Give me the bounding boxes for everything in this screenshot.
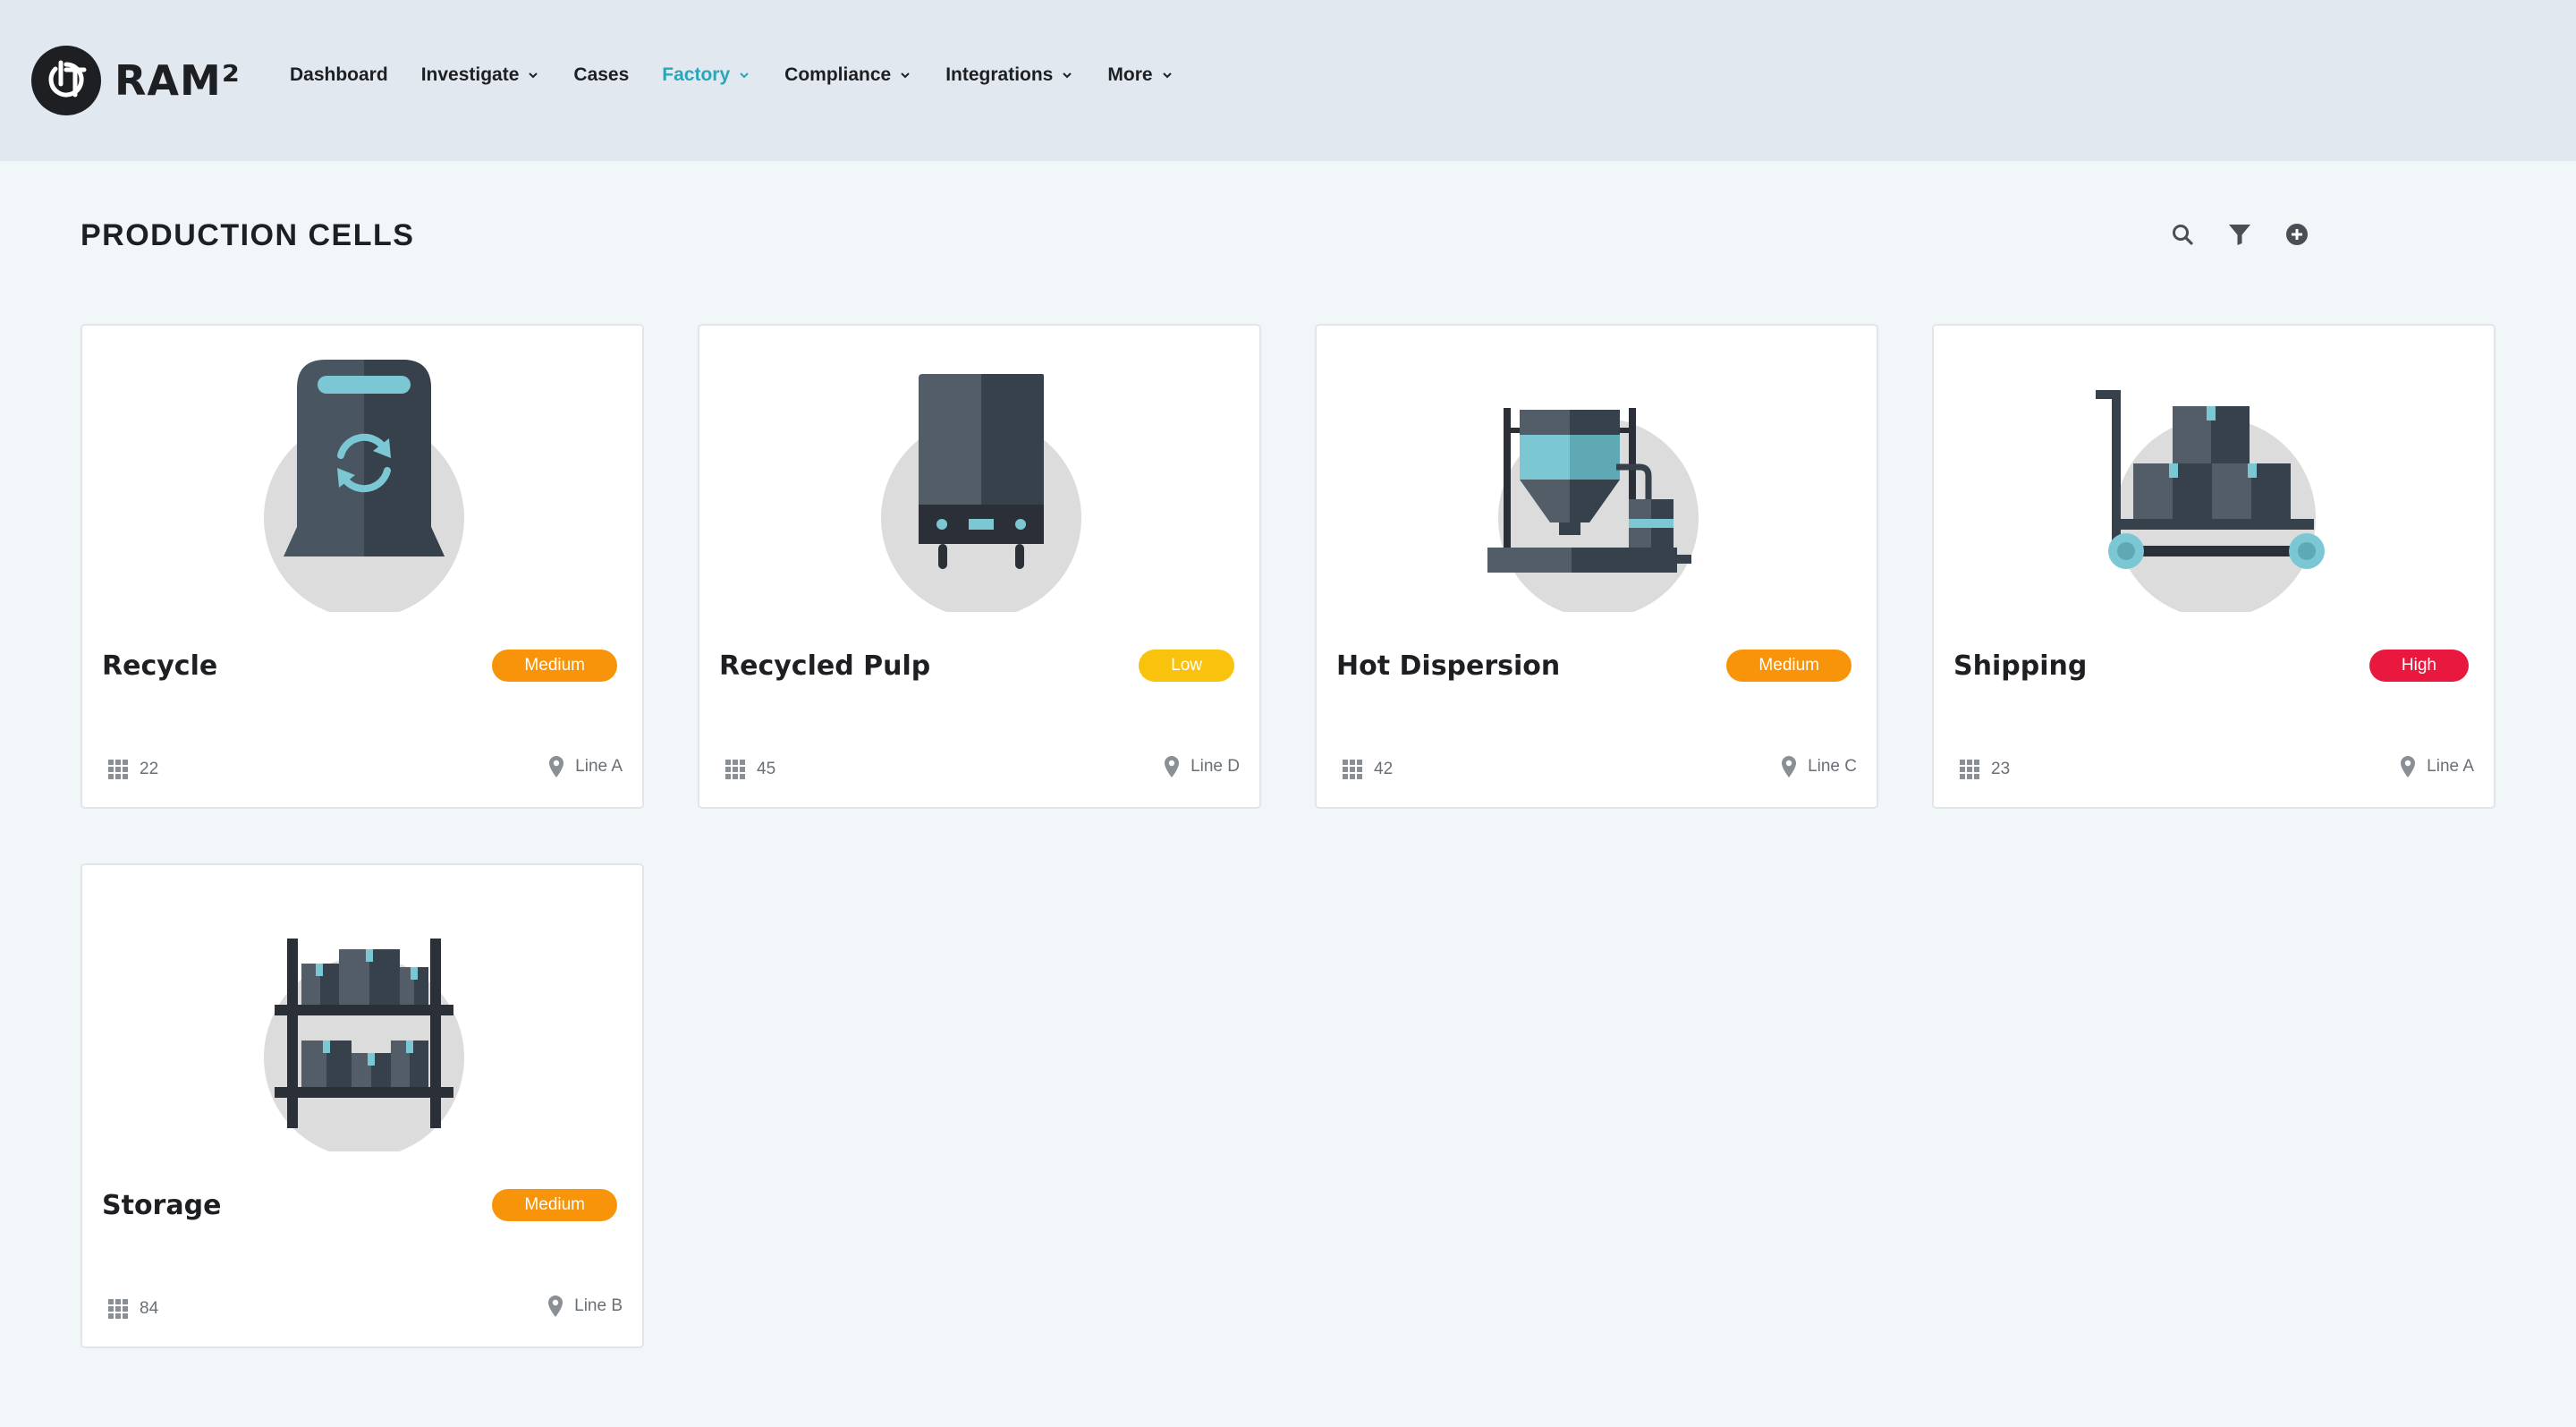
page-title: PRODUCTION CELLS [80, 218, 415, 252]
grid-icon [108, 760, 128, 779]
map-pin-icon [548, 1295, 564, 1317]
chevron-down-icon [740, 72, 749, 79]
cell-name: Recycle [102, 650, 218, 682]
cell-location-value: Line A [575, 757, 623, 776]
cell-location-value: Line A [2427, 757, 2474, 776]
page-toolbar [2140, 220, 2311, 249]
grid-icon [1960, 760, 1979, 779]
grid-icon [108, 1299, 128, 1319]
map-pin-icon [2401, 756, 2416, 777]
asset-count: 23 [1959, 759, 2010, 780]
nav-item-investigate[interactable]: Investigate [421, 64, 541, 86]
cell-card-shipping[interactable]: Shipping High 23 Line A [1932, 324, 2496, 809]
grid-icon [1343, 760, 1362, 779]
silo-machine-icon [1487, 408, 1699, 612]
risk-badge: Low [1139, 650, 1234, 682]
chevron-down-icon [901, 72, 910, 79]
cell-location: Line C [1781, 755, 1857, 778]
cell-card-hot-dispersion[interactable]: Hot Dispersion Medium 42 Line C [1315, 324, 1878, 809]
nav-item-label: Compliance [784, 64, 892, 85]
risk-badge: Medium [1726, 650, 1852, 682]
nav-item-label: Factory [662, 64, 731, 85]
asset-count: 42 [1342, 759, 1393, 780]
risk-badge: High [2368, 650, 2469, 682]
asset-count-value: 23 [1991, 760, 2011, 778]
cell-location-value: Line C [1808, 757, 1857, 776]
asset-count-value: 45 [757, 760, 776, 778]
asset-count-value: 42 [1374, 760, 1394, 778]
top-navigation-bar: RAM² Dashboard Investigate Cases Factory… [0, 0, 2576, 161]
map-pin-icon [1782, 756, 1797, 777]
nav-item-factory[interactable]: Factory [662, 64, 751, 86]
add-circle-icon [2286, 224, 2308, 245]
cell-name: Recycled Pulp [719, 650, 931, 682]
hand-truck-icon [2096, 390, 2325, 612]
main-nav: Dashboard Investigate Cases Factory Comp… [290, 64, 1208, 86]
cell-name: Shipping [1953, 650, 2088, 682]
search-button[interactable] [2168, 220, 2197, 249]
cell-name: Storage [102, 1190, 222, 1221]
cell-card-recycle[interactable]: Recycle Medium 22 Line A [80, 324, 644, 809]
risk-badge: Medium [492, 1189, 617, 1221]
nav-item-dashboard[interactable]: Dashboard [290, 64, 388, 86]
cell-card-storage[interactable]: Storage Medium 84 Line B [80, 863, 644, 1348]
cell-location-value: Line B [574, 1296, 623, 1315]
storage-shelf-icon [264, 939, 464, 1151]
cell-name: Hot Dispersion [1336, 650, 1561, 682]
asset-count: 22 [107, 759, 158, 780]
chevron-down-icon [1162, 72, 1172, 79]
nav-item-cases[interactable]: Cases [573, 64, 629, 86]
nav-item-label: Integrations [945, 64, 1054, 85]
risk-badge: Medium [492, 650, 617, 682]
filter-button[interactable] [2225, 220, 2254, 249]
cell-card-recycled-pulp[interactable]: Recycled Pulp Low 45 Line D [698, 324, 1261, 809]
add-cell-button[interactable] [2283, 220, 2311, 249]
cell-location: Line B [547, 1295, 623, 1318]
grid-icon [725, 760, 745, 779]
nav-item-label: Cases [573, 64, 630, 85]
nav-item-more[interactable]: More [1107, 64, 1174, 86]
ot-logo-icon [31, 46, 101, 115]
map-pin-icon [549, 756, 564, 777]
nav-item-label: Investigate [420, 64, 520, 85]
nav-item-label: More [1107, 64, 1153, 85]
app-logo[interactable]: RAM² [30, 45, 241, 116]
nav-item-compliance[interactable]: Compliance [784, 64, 912, 86]
asset-count-value: 22 [140, 760, 159, 778]
cell-location-value: Line D [1191, 757, 1240, 776]
filter-icon [2229, 225, 2250, 245]
map-pin-icon [1165, 756, 1180, 777]
cell-location: Line A [548, 755, 623, 778]
chevron-down-icon [529, 72, 538, 79]
nav-item-label: Dashboard [290, 64, 388, 85]
search-icon [2173, 225, 2193, 245]
cell-location: Line A [2400, 755, 2474, 778]
asset-count: 45 [724, 759, 775, 780]
nav-item-integrations[interactable]: Integrations [945, 64, 1074, 86]
logo-text: RAM² [114, 56, 241, 105]
pulp-tank-icon [881, 374, 1081, 612]
recycle-bin-icon [264, 360, 464, 612]
cell-location: Line D [1164, 755, 1240, 778]
asset-count: 84 [107, 1298, 158, 1320]
chevron-down-icon [1063, 72, 1072, 79]
asset-count-value: 84 [140, 1299, 159, 1318]
